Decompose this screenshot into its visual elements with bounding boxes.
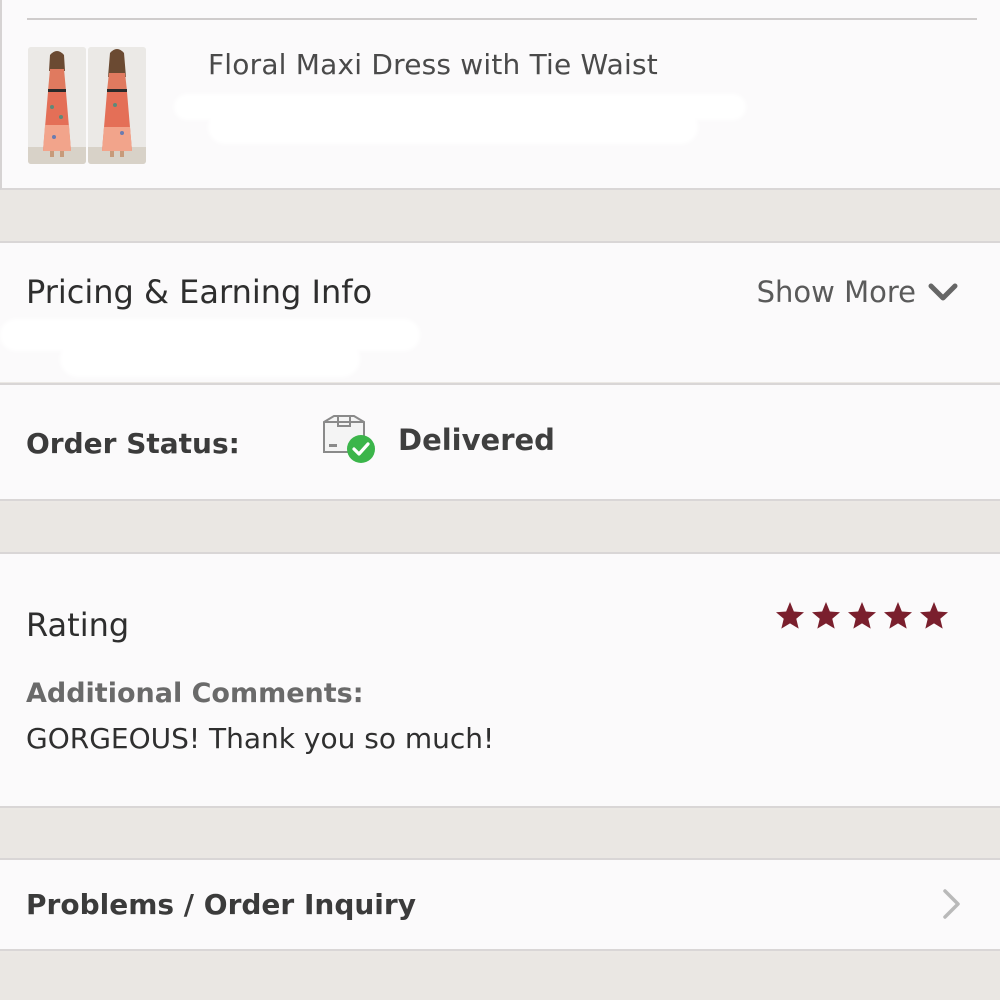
rating-title: Rating bbox=[26, 606, 130, 644]
order-status-section: Order Status: Delivered bbox=[0, 383, 1000, 501]
star-icon bbox=[884, 602, 912, 629]
section-gap bbox=[0, 503, 1000, 552]
show-more-button[interactable]: Show More bbox=[757, 275, 960, 309]
show-more-label: Show More bbox=[756, 275, 916, 309]
pricing-section: Pricing & Earning Info Show More bbox=[0, 241, 1000, 382]
chevron-down-icon bbox=[928, 283, 958, 301]
rating-section: Rating Additional Comments: GORGEOUS! Th… bbox=[0, 552, 1000, 808]
product-thumbnail-front[interactable] bbox=[28, 47, 86, 164]
section-gap bbox=[0, 190, 1000, 241]
problems-order-inquiry-label: Problems / Order Inquiry bbox=[26, 888, 416, 921]
product-thumbnail-back[interactable] bbox=[88, 47, 146, 164]
star-icon bbox=[776, 602, 804, 629]
section-gap bbox=[0, 953, 1000, 1000]
rating-stars bbox=[774, 600, 950, 632]
order-status-value: Delivered bbox=[398, 423, 555, 457]
divider bbox=[27, 18, 977, 20]
product-title[interactable]: Floral Maxi Dress with Tie Waist bbox=[208, 48, 658, 81]
problems-order-inquiry-row[interactable]: Problems / Order Inquiry bbox=[0, 858, 1000, 951]
additional-comments-text: GORGEOUS! Thank you so much! bbox=[26, 722, 495, 755]
order-details-page: Floral Maxi Dress with Tie Waist Pricing… bbox=[0, 0, 1000, 1000]
star-icon bbox=[848, 602, 876, 629]
additional-comments-label: Additional Comments: bbox=[26, 678, 364, 709]
star-icon bbox=[812, 602, 840, 629]
pricing-title: Pricing & Earning Info bbox=[26, 273, 373, 311]
order-status-label: Order Status: bbox=[26, 427, 240, 460]
section-gap bbox=[0, 810, 1000, 858]
redacted-subtitle-extra bbox=[208, 110, 698, 144]
package-delivered-icon bbox=[323, 415, 375, 463]
chevron-right-icon bbox=[943, 889, 960, 919]
redacted-pricing-detail-extra bbox=[60, 341, 360, 377]
star-icon bbox=[920, 602, 948, 629]
product-card[interactable]: Floral Maxi Dress with Tie Waist bbox=[0, 0, 1000, 190]
